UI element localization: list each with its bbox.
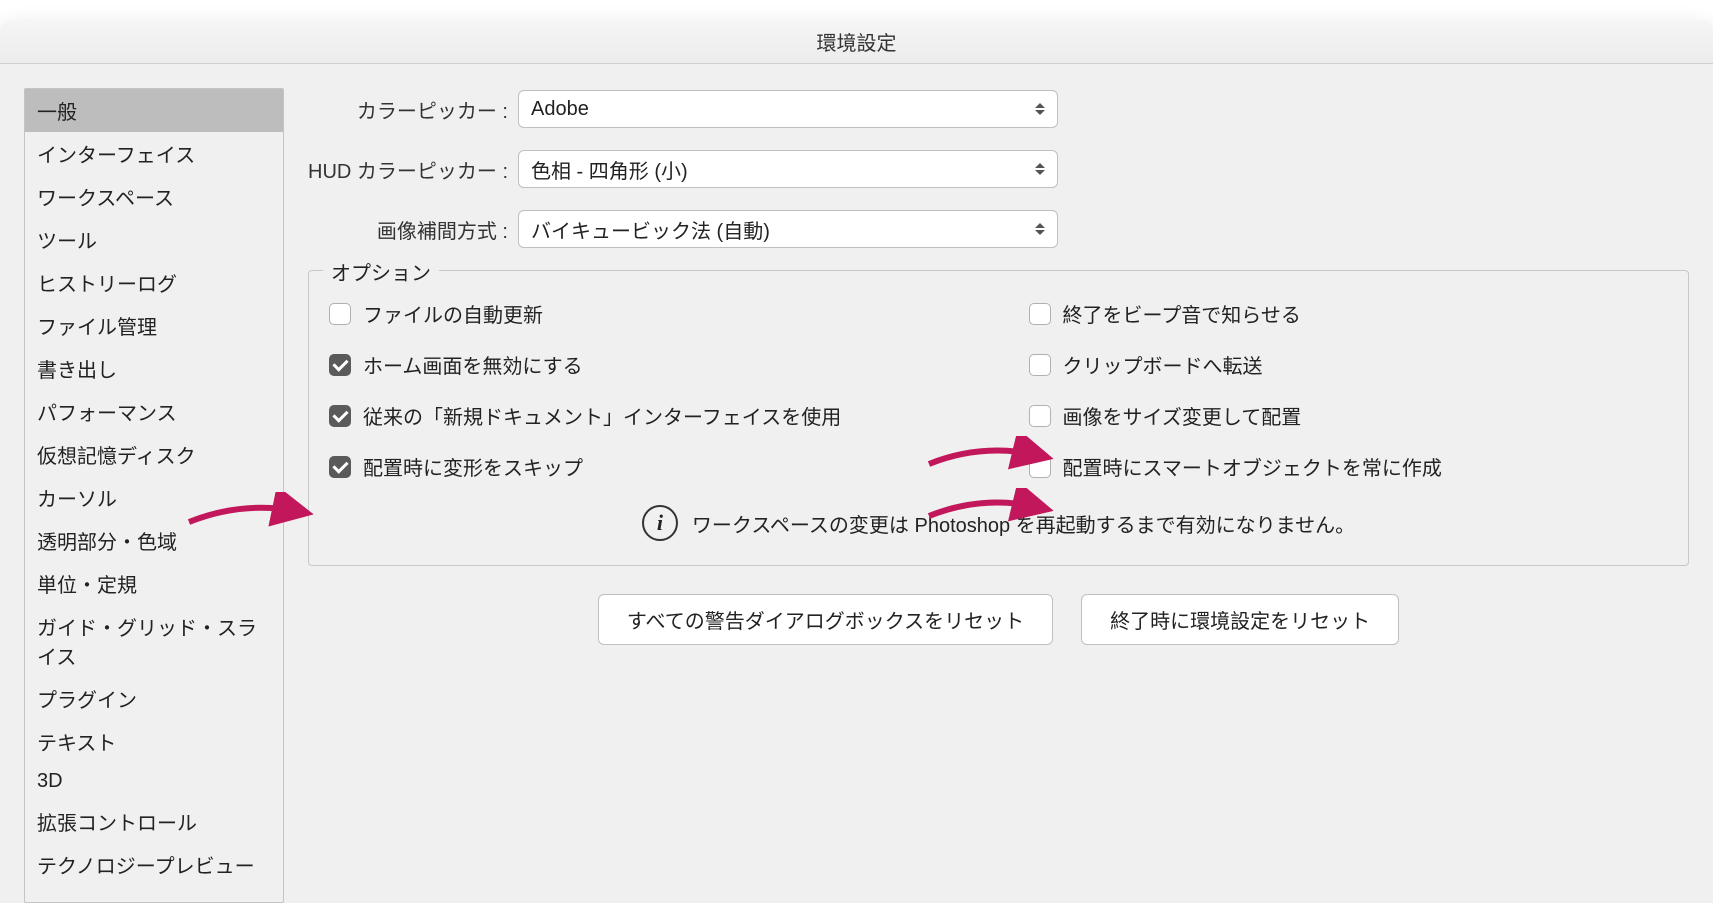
sidebar-item-export[interactable]: 書き出し [25,347,283,390]
checkbox-icon [329,354,351,376]
sidebar-item-label: テキスト [37,733,116,755]
sidebar-item-label: プラグイン [37,690,137,712]
checkbox-label: 配置時にスマートオブジェクトを常に作成 [1063,452,1442,481]
sidebar-item-label: カーソル [37,489,117,511]
chevron-updown-icon [1035,163,1045,175]
chevron-updown-icon [1035,223,1045,235]
hud-color-picker-row: HUD カラーピッカー : 色相 - 四角形 (小) [308,150,1689,188]
info-row: i ワークスペースの変更は Photoshop を再起動するまで有効になりません… [329,505,1668,541]
sidebar-item-plugins[interactable]: プラグイン [25,677,283,720]
sidebar-item-3d[interactable]: 3D [25,763,283,800]
sidebar-item-label: 拡張コントロール [37,813,197,835]
sidebar-item-interface[interactable]: インターフェイス [25,132,283,175]
checkbox-label: ホーム画面を無効にする [363,350,583,379]
checkbox-beep-on-done[interactable]: 終了をビープ音で知らせる [1029,299,1669,328]
image-interpolation-label: 画像補間方式 : [308,215,518,244]
sidebar-item-label: 透明部分・色域 [37,532,177,554]
sidebar-item-label: パフォーマンス [37,403,177,425]
checkbox-label: ファイルの自動更新 [363,299,543,328]
sidebar-item-transparency[interactable]: 透明部分・色域 [25,519,283,562]
checkbox-legacy-new-doc[interactable]: 従来の「新規ドキュメント」インターフェイスを使用 [329,401,969,430]
sidebar-item-label: ツール [37,231,97,253]
checkbox-label: クリップボードへ転送 [1063,350,1263,379]
color-picker-select[interactable]: Adobe [518,90,1058,128]
sidebar-item-label: ヒストリーログ [37,274,177,296]
sidebar-item-label: 単位・定規 [37,575,137,597]
sidebar-item-units-rulers[interactable]: 単位・定規 [25,562,283,605]
info-text: ワークスペースの変更は Photoshop を再起動するまで有効になりません。 [692,509,1355,538]
sidebar-item-label: ファイル管理 [37,317,157,339]
color-picker-row: カラーピッカー : Adobe [308,90,1689,128]
main-panel: カラーピッカー : Adobe HUD カラーピッカー : 色相 - 四角形 (… [284,88,1689,903]
color-picker-label: カラーピッカー : [308,95,518,124]
select-value: Adobe [531,98,589,121]
checkbox-skip-transform-on-place[interactable]: 配置時に変形をスキップ [329,452,969,481]
preferences-window: 環境設定 一般 インターフェイス ワークスペース ツール ヒストリーログ ファイ… [0,20,1713,903]
sidebar-item-label: インターフェイス [37,145,195,167]
sidebar-item-performance[interactable]: パフォーマンス [25,390,283,433]
sidebar-item-label: 書き出し [37,360,117,382]
sidebar-item-general[interactable]: 一般 [25,89,283,132]
checkbox-always-create-smart-object[interactable]: 配置時にスマートオブジェクトを常に作成 [1029,452,1669,481]
checkbox-icon [329,405,351,427]
select-value: 色相 - 四角形 (小) [531,155,688,184]
sidebar-item-type[interactable]: テキスト [25,720,283,763]
checkbox-auto-update-files[interactable]: ファイルの自動更新 [329,299,969,328]
checkbox-icon [1029,456,1051,478]
reset-prefs-on-quit-button[interactable]: 終了時に環境設定をリセット [1081,594,1399,645]
button-label: すべての警告ダイアログボックスをリセット [627,611,1024,633]
checkbox-label: 配置時に変形をスキップ [363,452,583,481]
options-fieldset: オプション ファイルの自動更新 ホーム画面を無効にする [308,270,1689,566]
sidebar-item-tech-preview[interactable]: テクノロジープレビュー [25,843,283,886]
hud-color-picker-label: HUD カラーピッカー : [308,155,518,184]
window-title: 環境設定 [817,27,897,56]
sidebar: 一般 インターフェイス ワークスペース ツール ヒストリーログ ファイル管理 書… [24,88,284,903]
hud-color-picker-select[interactable]: 色相 - 四角形 (小) [518,150,1058,188]
checkbox-icon [1029,303,1051,325]
sidebar-item-scratch-disks[interactable]: 仮想記憶ディスク [25,433,283,476]
sidebar-item-guides-grid[interactable]: ガイド・グリッド・スライス [25,605,283,677]
checkbox-icon [329,456,351,478]
titlebar: 環境設定 [0,20,1713,64]
sidebar-item-workspace[interactable]: ワークスペース [25,175,283,218]
options-legend: オプション [323,257,439,286]
sidebar-item-label: 3D [37,770,63,792]
info-icon: i [642,505,678,541]
sidebar-item-file-handling[interactable]: ファイル管理 [25,304,283,347]
image-interpolation-select[interactable]: バイキュービック法 (自動) [518,210,1058,248]
checkbox-resize-on-place[interactable]: 画像をサイズ変更して配置 [1029,401,1669,430]
checkbox-label: 従来の「新規ドキュメント」インターフェイスを使用 [363,401,841,430]
checkbox-icon [329,303,351,325]
checkbox-disable-home-screen[interactable]: ホーム画面を無効にする [329,350,969,379]
sidebar-item-label: 一般 [37,102,77,124]
sidebar-item-label: ワークスペース [37,188,174,210]
buttons-row: すべての警告ダイアログボックスをリセット 終了時に環境設定をリセット [308,594,1689,645]
checkbox-icon [1029,405,1051,427]
sidebar-item-history-log[interactable]: ヒストリーログ [25,261,283,304]
checkbox-icon [1029,354,1051,376]
select-value: バイキュービック法 (自動) [531,215,770,244]
options-grid: ファイルの自動更新 ホーム画面を無効にする 従来の「新規ドキュメント」インターフ… [329,299,1668,481]
sidebar-item-label: テクノロジープレビュー [37,856,255,878]
sidebar-item-enhanced-controls[interactable]: 拡張コントロール [25,800,283,843]
sidebar-item-label: ガイド・グリッド・スライス [37,618,257,669]
reset-all-warnings-button[interactable]: すべての警告ダイアログボックスをリセット [598,594,1053,645]
content-area: 一般 インターフェイス ワークスペース ツール ヒストリーログ ファイル管理 書… [0,64,1713,903]
sidebar-item-label: 仮想記憶ディスク [37,446,196,468]
image-interpolation-row: 画像補間方式 : バイキュービック法 (自動) [308,210,1689,248]
button-label: 終了時に環境設定をリセット [1110,611,1370,633]
checkbox-label: 画像をサイズ変更して配置 [1063,401,1302,430]
chevron-updown-icon [1035,103,1045,115]
sidebar-item-cursors[interactable]: カーソル [25,476,283,519]
checkbox-export-clipboard[interactable]: クリップボードへ転送 [1029,350,1669,379]
checkbox-label: 終了をビープ音で知らせる [1063,299,1301,328]
sidebar-item-tools[interactable]: ツール [25,218,283,261]
